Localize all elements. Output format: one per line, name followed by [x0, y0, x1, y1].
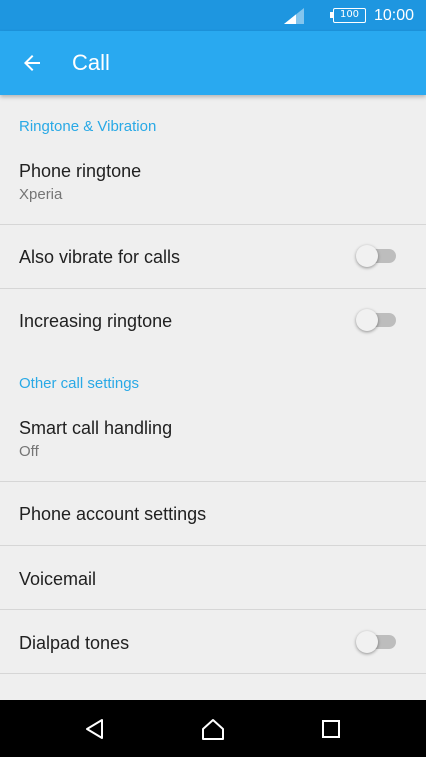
- settings-list: Ringtone & Vibration Phone ringtone Xper…: [0, 95, 426, 700]
- app-bar: Call: [0, 31, 426, 95]
- triangle-back-icon[interactable]: [82, 716, 108, 742]
- phone-account-settings-label: Phone account settings: [19, 504, 207, 524]
- toggle-thumb: [356, 309, 378, 331]
- home-icon[interactable]: [200, 716, 226, 742]
- also-vibrate-item[interactable]: Also vibrate for calls: [0, 225, 426, 288]
- smart-call-handling-item[interactable]: Smart call handling Off: [0, 404, 426, 481]
- dialpad-tones-item[interactable]: Dialpad tones: [0, 610, 426, 673]
- voicemail-label: Voicemail: [19, 569, 97, 589]
- battery-icon: 100: [330, 8, 366, 23]
- smart-call-handling-label: Smart call handling: [19, 418, 173, 438]
- toggle-thumb: [356, 631, 378, 653]
- phone-ringtone-label: Phone ringtone: [19, 161, 142, 181]
- increasing-ringtone-item[interactable]: Increasing ringtone: [0, 289, 426, 352]
- smart-call-handling-value: Off: [19, 443, 39, 460]
- page-title: Call: [72, 50, 110, 75]
- status-bar: 100 10:00: [0, 0, 426, 31]
- arrow-left-icon[interactable]: [20, 51, 44, 75]
- section-header-ringtone: Ringtone & Vibration: [19, 118, 157, 135]
- phone-ringtone-value: Xperia: [19, 186, 63, 203]
- also-vibrate-label: Also vibrate for calls: [19, 247, 181, 267]
- navigation-bar: [0, 700, 426, 757]
- square-recents-icon[interactable]: [318, 716, 344, 742]
- voicemail-item[interactable]: Voicemail: [0, 546, 426, 609]
- dialpad-tones-toggle[interactable]: [356, 630, 396, 654]
- section-header-other: Other call settings: [19, 375, 140, 392]
- battery-level: 100: [339, 9, 360, 20]
- phone-ringtone-item[interactable]: Phone ringtone Xperia: [0, 147, 426, 224]
- increasing-ringtone-toggle[interactable]: [356, 308, 396, 332]
- signal-icon: [284, 8, 304, 24]
- divider: [0, 673, 426, 674]
- increasing-ringtone-label: Increasing ringtone: [19, 311, 173, 331]
- dialpad-tones-label: Dialpad tones: [19, 633, 130, 653]
- phone-account-settings-item[interactable]: Phone account settings: [0, 482, 426, 545]
- toggle-thumb: [356, 245, 378, 267]
- status-clock: 10:00: [374, 7, 415, 24]
- also-vibrate-toggle[interactable]: [356, 244, 396, 268]
